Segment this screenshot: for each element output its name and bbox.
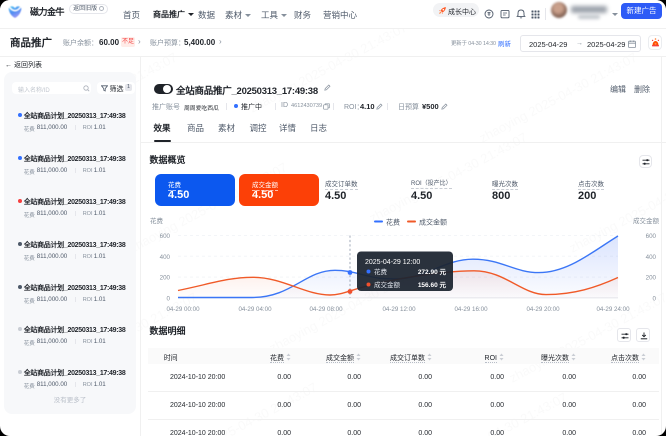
svg-text:400: 400 xyxy=(160,254,171,261)
svg-text:成交金额: 成交金额 xyxy=(374,280,401,289)
svg-text:2025-04-29 12:00: 2025-04-29 12:00 xyxy=(365,259,420,266)
svg-text:04-29 00:00: 04-29 00:00 xyxy=(166,306,200,313)
svg-text:200: 200 xyxy=(160,275,171,282)
svg-text:成交金额: 成交金额 xyxy=(419,218,447,227)
svg-text:200: 200 xyxy=(646,275,657,282)
svg-text:04-29 08:00: 04-29 08:00 xyxy=(309,306,343,313)
svg-text:272.90 元: 272.90 元 xyxy=(418,268,447,276)
svg-text:04-29 12:00: 04-29 12:00 xyxy=(382,306,416,313)
svg-text:04-29 04:00: 04-29 04:00 xyxy=(238,306,272,313)
svg-text:花费: 花费 xyxy=(150,216,164,225)
svg-text:04-29 16:00: 04-29 16:00 xyxy=(454,306,488,313)
svg-text:156.60 元: 156.60 元 xyxy=(418,281,447,289)
svg-text:400: 400 xyxy=(646,254,657,261)
svg-text:成交金额: 成交金额 xyxy=(633,216,660,225)
svg-text:花费: 花费 xyxy=(386,218,400,227)
svg-text:600: 600 xyxy=(646,233,657,240)
svg-text:600: 600 xyxy=(160,233,171,240)
svg-text:04-29 24:00: 04-29 24:00 xyxy=(596,306,630,313)
svg-text:0: 0 xyxy=(167,295,171,302)
svg-text:花费: 花费 xyxy=(374,267,388,276)
svg-text:04-29 20:00: 04-29 20:00 xyxy=(526,306,560,313)
svg-text:0: 0 xyxy=(653,295,657,302)
